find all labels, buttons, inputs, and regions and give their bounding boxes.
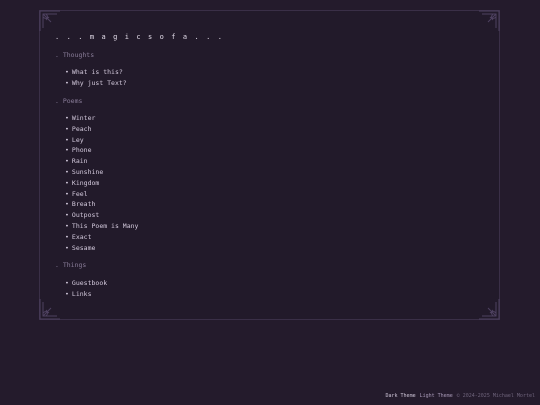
bullet-dot-icon: • (65, 289, 69, 298)
ornament-corner-icon (39, 10, 61, 32)
thoughts-list: • What is this? • Why just Text? (65, 67, 127, 89)
copyright-text: © 2024-2025 Michael Mortel (456, 393, 535, 399)
list-item: • Why just Text? (65, 78, 127, 89)
list-item: • Winter (65, 113, 138, 124)
bullet-dot-icon: • (65, 279, 69, 287)
list-item: • Links (65, 289, 107, 300)
list-item: • Guestbook (65, 278, 107, 289)
section-heading-things: . Things (55, 261, 87, 269)
link-poem-winter[interactable]: Winter (72, 114, 95, 122)
list-item: • Sunshine (65, 167, 138, 178)
list-item: • Peach (65, 124, 138, 135)
list-item: • Kingdom (65, 178, 138, 189)
link-poem-outpost[interactable]: Outpost (72, 211, 99, 219)
link-poem-sesame[interactable]: Sesame (72, 244, 95, 252)
content-frame: . . . m a g i c s o f a . . . . Thoughts… (39, 10, 500, 320)
bullet-dot-icon: • (65, 146, 69, 155)
list-item: • Phone (65, 145, 138, 156)
bullet-dot-icon: • (65, 167, 69, 176)
list-item: • Outpost (65, 210, 138, 221)
bullet-dot-icon: • (65, 124, 69, 133)
section-heading-thoughts: . Thoughts (55, 51, 95, 59)
list-item: • Rain (65, 156, 138, 167)
bullet-dot-icon: • (65, 178, 69, 187)
list-item: • Feel (65, 189, 138, 200)
dark-theme-button[interactable]: Dark Theme (385, 393, 415, 399)
bullet-dot-icon: • (65, 200, 69, 209)
bullet-dot-icon: • (65, 68, 69, 76)
link-what-is-this[interactable]: What is this? (72, 68, 123, 76)
bullet-dot-icon: • (65, 78, 69, 87)
list-item: • Ley (65, 135, 138, 146)
things-list: • Guestbook • Links (65, 278, 107, 300)
poems-list: • Winter • Peach • Ley • Phone • Rain • Sunshi… (65, 113, 138, 253)
bullet-dot-icon: • (65, 211, 69, 220)
link-poem-exact[interactable]: Exact (72, 233, 92, 241)
link-poem-this-poem-is-many[interactable]: This Poem is Many (72, 222, 139, 230)
list-item: • This Poem is Many (65, 221, 138, 232)
link-poem-phone[interactable]: Phone (72, 146, 92, 154)
link-poem-peach[interactable]: Peach (72, 125, 92, 133)
bullet-dot-icon: • (65, 221, 69, 230)
list-item: • Sesame (65, 243, 138, 254)
link-poem-breath[interactable]: Breath (72, 200, 95, 208)
list-item: • Exact (65, 232, 138, 243)
bullet-dot-icon: • (65, 189, 69, 198)
section-heading-poems: . Poems (55, 97, 83, 105)
list-item: • Breath (65, 199, 138, 210)
link-poem-rain[interactable]: Rain (72, 157, 88, 165)
bullet-dot-icon: • (65, 114, 69, 122)
site-title[interactable]: . . . m a g i c s o f a . . . (55, 33, 224, 41)
bullet-dot-icon: • (65, 157, 69, 166)
link-guestbook[interactable]: Guestbook (72, 279, 107, 287)
link-poem-sunshine[interactable]: Sunshine (72, 168, 103, 176)
footer: Dark Theme Light Theme © 2024-2025 Michael… (385, 393, 535, 399)
link-links[interactable]: Links (72, 290, 92, 298)
link-poem-ley[interactable]: Ley (72, 136, 84, 144)
light-theme-button[interactable]: Light Theme (420, 393, 453, 399)
bullet-dot-icon: • (65, 135, 69, 144)
list-item: • What is this? (65, 67, 127, 78)
link-why-just-text[interactable]: Why just Text? (72, 79, 127, 87)
link-poem-feel[interactable]: Feel (72, 190, 88, 198)
ornament-corner-icon (39, 298, 61, 320)
ornament-corner-icon (478, 10, 500, 32)
ornament-corner-icon (478, 298, 500, 320)
link-poem-kingdom[interactable]: Kingdom (72, 179, 99, 187)
bullet-dot-icon: • (65, 243, 69, 252)
bullet-dot-icon: • (65, 232, 69, 241)
